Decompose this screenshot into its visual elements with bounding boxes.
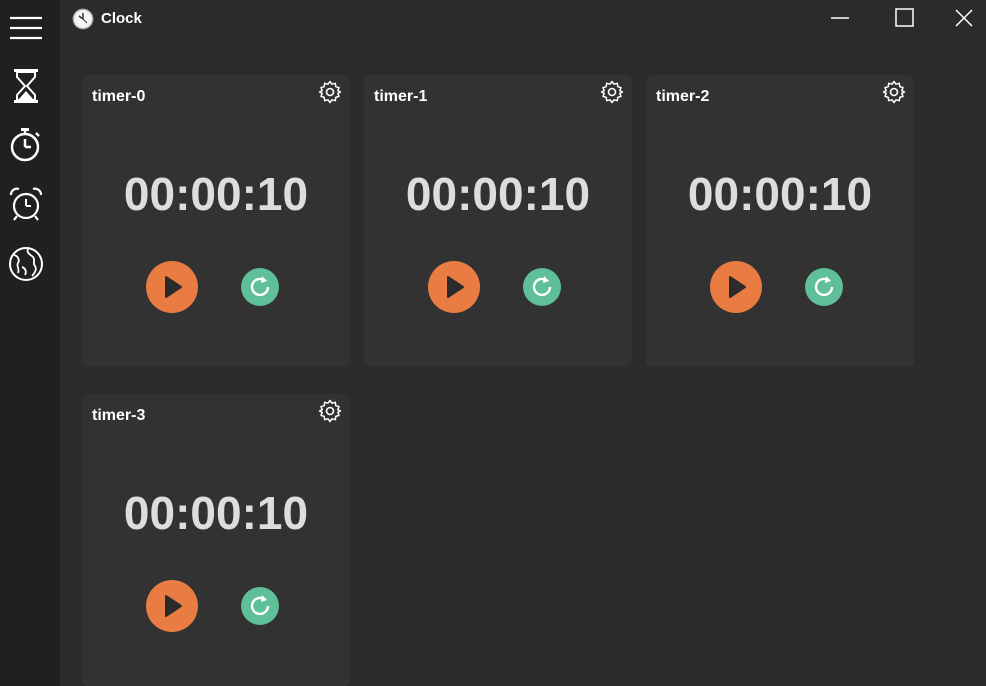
reset-icon (814, 276, 834, 297)
maximize-icon (895, 8, 914, 27)
timer-time: 00:00:10 (687, 168, 873, 220)
close-button[interactable] (941, 0, 986, 36)
timer-name: timer-0 (92, 88, 146, 105)
timer-card[interactable]: timer-3 00:00:10 (82, 394, 350, 686)
close-icon (955, 9, 973, 27)
maximize-button[interactable] (882, 0, 928, 36)
timer-time: 00:00:10 (123, 487, 309, 539)
globe-icon (9, 247, 43, 281)
timer-card[interactable]: timer-1 00:00:10 (364, 75, 632, 367)
minimize-icon (831, 17, 849, 19)
minimize-button[interactable] (817, 0, 863, 36)
play-button[interactable] (710, 261, 762, 313)
sidebar-menu-button[interactable] (0, 2, 52, 54)
sidebar-item-world-clock[interactable] (0, 238, 52, 290)
gear-icon (318, 80, 342, 104)
reset-button[interactable] (805, 268, 843, 306)
play-icon (729, 276, 746, 298)
title-bar: Clock (60, 0, 986, 38)
sidebar (0, 0, 60, 686)
clock-app-icon (72, 8, 94, 30)
hourglass-icon (14, 69, 38, 103)
timer-card[interactable]: timer-0 00:00:10 (82, 75, 350, 367)
timer-card[interactable]: timer-2 00:00:10 (646, 75, 914, 367)
timer-settings-button[interactable] (600, 80, 624, 104)
gear-icon (318, 399, 342, 423)
gear-icon (882, 80, 906, 104)
sidebar-item-stopwatch[interactable] (0, 118, 52, 170)
reset-icon (250, 595, 270, 616)
play-button[interactable] (428, 261, 480, 313)
reset-button[interactable] (241, 268, 279, 306)
timer-name: timer-2 (656, 88, 710, 105)
window-title: Clock (101, 10, 142, 27)
timer-time: 00:00:10 (405, 168, 591, 220)
timer-settings-button[interactable] (318, 80, 342, 104)
play-icon (447, 276, 464, 298)
play-button[interactable] (146, 261, 198, 313)
timer-name: timer-3 (92, 407, 146, 424)
play-icon (165, 595, 182, 617)
menu-icon (10, 16, 42, 40)
sidebar-item-timer[interactable] (0, 60, 52, 112)
timer-settings-button[interactable] (882, 80, 906, 104)
timer-name: timer-1 (374, 88, 428, 105)
play-icon (165, 276, 182, 298)
sidebar-item-alarm[interactable] (0, 178, 52, 230)
gear-icon (600, 80, 624, 104)
play-button[interactable] (146, 580, 198, 632)
timer-settings-button[interactable] (318, 399, 342, 423)
reset-icon (532, 276, 552, 297)
timer-time: 00:00:10 (123, 168, 309, 220)
reset-button[interactable] (241, 587, 279, 625)
reset-icon (250, 276, 270, 297)
alarm-clock-icon (9, 187, 43, 221)
stopwatch-icon (10, 128, 40, 162)
reset-button[interactable] (523, 268, 561, 306)
